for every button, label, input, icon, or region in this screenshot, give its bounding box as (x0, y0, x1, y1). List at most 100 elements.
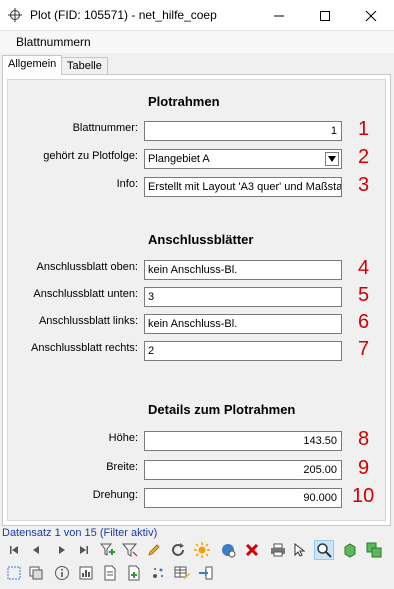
annotation-6: 6 (358, 311, 370, 333)
globe-icon (222, 544, 236, 558)
cube-icon (344, 543, 356, 558)
pencil-icon (148, 544, 160, 556)
shape-button[interactable] (340, 540, 360, 560)
document-icon (104, 565, 116, 581)
layers-icon (29, 566, 43, 580)
annotation-3: 3 (358, 174, 370, 196)
close-icon (365, 10, 377, 21)
label-breite: Breite: (106, 461, 138, 473)
zoom-icon (317, 543, 332, 558)
plotfolge-selected: Plangebiet A (148, 153, 210, 165)
new-document-button[interactable] (124, 563, 144, 583)
layers-button[interactable] (26, 563, 46, 583)
table-edit-icon (174, 566, 190, 580)
annotation-5: 5 (358, 284, 370, 306)
maximize-button[interactable] (302, 0, 348, 31)
anschluss-rechts-field[interactable]: 2 (144, 341, 342, 361)
menu-blattnummern[interactable]: Blattnummern (16, 35, 91, 49)
label-info: Info: (116, 178, 138, 190)
blattnummer-field[interactable]: 1 (144, 121, 342, 141)
select-pointer-button[interactable] (290, 540, 310, 560)
label-anschluss-links: Anschlussblatt links: (38, 315, 138, 327)
delete-icon (245, 543, 259, 557)
prev-record-icon (33, 546, 39, 554)
crosshair-icon (8, 8, 22, 22)
info-button[interactable] (52, 563, 72, 583)
minimize-icon (274, 15, 284, 16)
window-title: Plot (FID: 105571) - net_hilfe_coep (30, 8, 217, 22)
tab-allgemein[interactable]: Allgemein (2, 55, 63, 75)
anschluss-links-field[interactable]: kein Anschluss-Bl. (144, 314, 342, 334)
form-area: Plotrahmen Blattnummer: 1 1 gehört zu Pl… (7, 79, 386, 521)
table-edit-button[interactable] (172, 563, 192, 583)
prev-record-button[interactable] (26, 540, 46, 560)
annotation-4: 4 (358, 257, 370, 279)
add-filter-button[interactable] (98, 540, 118, 560)
filter-button[interactable] (120, 540, 140, 560)
annotation-1: 1 (358, 118, 370, 140)
minimize-button[interactable] (256, 0, 302, 31)
copy-shape-icon (366, 542, 382, 558)
info-field[interactable]: Erstellt mit Layout 'A3 quer' und Maßsta… (144, 177, 342, 197)
annotation-7: 7 (358, 338, 370, 360)
menu-bar: Blattnummern (0, 31, 394, 53)
toolbar-navigation (0, 540, 394, 562)
title-bar: Plot (FID: 105571) - net_hilfe_coep (0, 0, 394, 31)
sun-icon (194, 542, 210, 558)
refresh-button[interactable] (168, 540, 188, 560)
next-record-button[interactable] (52, 540, 72, 560)
select-area-icon (7, 566, 21, 580)
first-record-icon (10, 546, 18, 554)
edit-button[interactable] (144, 540, 164, 560)
duplicate-button[interactable] (364, 540, 384, 560)
print-button[interactable] (268, 540, 288, 560)
last-record-button[interactable] (74, 540, 94, 560)
zoom-button[interactable] (314, 540, 334, 560)
label-blattnummer: Blattnummer: (72, 122, 138, 134)
statistics-button[interactable] (76, 563, 96, 583)
anschluss-oben-field[interactable]: kein Anschluss-Bl. (144, 260, 342, 280)
drehung-field[interactable]: 90.000 (144, 488, 342, 508)
breite-field[interactable]: 205.00 (144, 460, 342, 480)
section-title-plotrahmen: Plotrahmen (148, 94, 220, 109)
annotation-2: 2 (358, 146, 370, 168)
plotfolge-select[interactable]: Plangebiet A (144, 149, 342, 169)
label-anschluss-oben: Anschlussblatt oben: (36, 261, 138, 273)
label-hoehe: Höhe: (108, 432, 138, 444)
record-status: Datensatz 1 von 15 (Filter aktiv) (2, 527, 158, 539)
new-document-icon (128, 565, 140, 581)
delete-button[interactable] (242, 540, 262, 560)
section-title-anschluss: Anschlussblätter (148, 232, 254, 247)
pointer-icon (294, 542, 306, 557)
highlight-button[interactable] (192, 540, 212, 560)
next-record-icon (59, 546, 65, 554)
annotation-10: 10 (352, 485, 375, 507)
select-area-button[interactable] (4, 563, 24, 583)
tab-panel: Plotrahmen Blattnummer: 1 1 gehört zu Pl… (2, 74, 391, 526)
info-icon (55, 566, 69, 580)
toolbar-tools (0, 563, 394, 585)
globe-refresh-button[interactable] (218, 540, 238, 560)
filter-icon (122, 543, 138, 557)
tab-tabelle[interactable]: Tabelle (61, 57, 108, 75)
sparkle-button[interactable] (148, 563, 168, 583)
document-button[interactable] (100, 563, 120, 583)
last-record-icon (80, 546, 88, 554)
annotation-8: 8 (358, 428, 370, 450)
statistics-icon (79, 566, 93, 580)
sparkle-icon (153, 568, 163, 578)
label-plotfolge: gehört zu Plotfolge: (43, 150, 138, 162)
close-button[interactable] (348, 0, 394, 31)
exit-button[interactable] (196, 563, 216, 583)
exit-icon (199, 566, 213, 580)
filter-add-icon (100, 543, 115, 556)
refresh-icon (172, 543, 184, 556)
anschluss-unten-field[interactable]: 3 (144, 287, 342, 307)
dropdown-arrow-icon[interactable] (325, 152, 339, 166)
first-record-button[interactable] (4, 540, 24, 560)
annotation-9: 9 (358, 457, 370, 479)
hoehe-field[interactable]: 143.50 (144, 431, 342, 451)
label-anschluss-unten: Anschlussblatt unten: (33, 288, 138, 300)
section-title-details: Details zum Plotrahmen (148, 402, 296, 417)
label-anschluss-rechts: Anschlussblatt rechts: (31, 342, 138, 354)
